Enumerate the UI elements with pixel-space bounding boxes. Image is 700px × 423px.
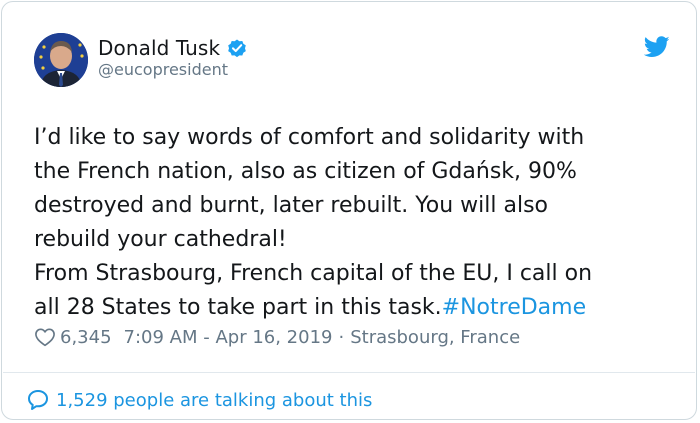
talking-link[interactable]: 1,529 people are talking about this	[26, 387, 372, 413]
speech-bubble-icon	[26, 388, 50, 412]
tweet-card: Donald Tusk @eucopresident I’d like to s…	[1, 1, 697, 420]
tweet-line: From Strasbourg, French capital of the E…	[34, 261, 593, 286]
hashtag-link[interactable]: #NotreDame	[442, 295, 586, 320]
tweet-line: destroyed and burnt, later rebuilt. You …	[34, 193, 549, 218]
tweet-line-text: all 28 States to take part in this task.	[34, 295, 442, 320]
avatar[interactable]	[34, 33, 88, 87]
verified-badge-icon	[226, 37, 248, 59]
divider	[3, 372, 695, 373]
tweet-line: the French nation, also as citizen of Gd…	[34, 159, 577, 184]
tweet-timestamp[interactable]: 7:09 AM - Apr 16, 2019	[124, 327, 333, 348]
tweet-line: all 28 States to take part in this task.…	[34, 291, 674, 325]
like-count[interactable]: 6,345	[60, 327, 112, 348]
avatar-photo	[34, 33, 88, 87]
tweet-text: I’d like to say words of comfort and sol…	[34, 121, 674, 325]
meta-separator: ·	[338, 326, 345, 348]
talking-count-label[interactable]: 1,529 people are talking about this	[56, 390, 372, 411]
tweet-location[interactable]: Strasbourg, France	[350, 327, 520, 348]
author-name-row[interactable]: Donald Tusk	[98, 34, 248, 62]
tweet-line: I’d like to say words of comfort and sol…	[34, 125, 585, 150]
author-display-name[interactable]: Donald Tusk	[98, 34, 220, 62]
twitter-bird-icon[interactable]	[643, 36, 670, 58]
author-handle[interactable]: @eucopresident	[98, 60, 228, 80]
tweet-line: rebuild your cathedral!	[34, 227, 287, 252]
tweet-meta-row: 6,345 7:09 AM - Apr 16, 2019 · Strasbour…	[34, 325, 520, 349]
heart-icon[interactable]	[34, 327, 56, 347]
